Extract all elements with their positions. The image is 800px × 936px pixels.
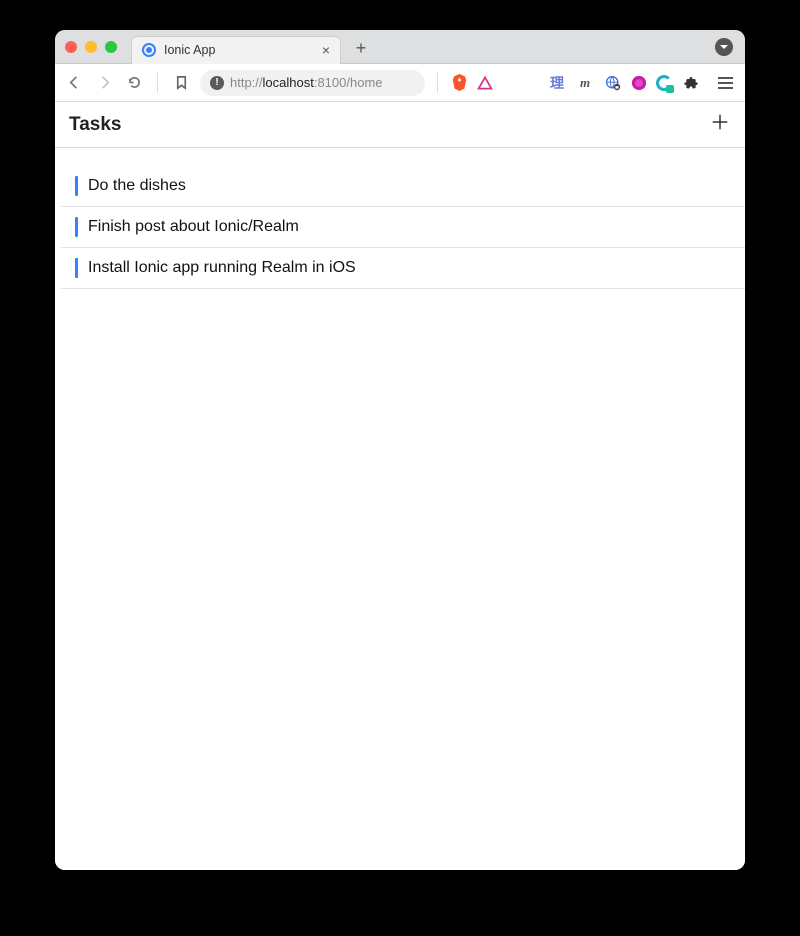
minimize-window-button[interactable]: [85, 41, 97, 53]
brave-shields-icon[interactable]: [450, 74, 468, 92]
titlebar-right: [715, 38, 733, 56]
task-title: Do the dishes: [88, 177, 186, 195]
separator: [437, 73, 438, 93]
back-button[interactable]: [63, 72, 85, 94]
reload-button[interactable]: [123, 72, 145, 94]
titlebar: Ionic App × +: [55, 30, 745, 64]
url-scheme: http://: [230, 75, 263, 90]
url-toolbar: ! http://localhost:8100/home 理 m: [55, 64, 745, 102]
task-accent-bar: [75, 217, 78, 237]
new-tab-button[interactable]: +: [347, 38, 375, 59]
extension-triangle-icon[interactable]: [476, 74, 494, 92]
extension-globe-lock-icon[interactable]: [604, 74, 622, 92]
browser-window: Ionic App × + ! http://localhost:8100/ho…: [55, 30, 745, 870]
window-controls: [65, 41, 117, 53]
close-tab-button[interactable]: ×: [322, 42, 330, 58]
app-header: Tasks: [55, 102, 745, 148]
profile-menu-button[interactable]: [715, 38, 733, 56]
browser-tab[interactable]: Ionic App ×: [131, 36, 341, 64]
extension-m-icon[interactable]: m: [576, 74, 594, 92]
task-title: Install Ionic app running Realm in iOS: [88, 259, 356, 277]
task-list: Do the dishes Finish post about Ionic/Re…: [55, 148, 745, 870]
url-host: localhost: [263, 75, 314, 90]
close-window-button[interactable]: [65, 41, 77, 53]
url-path: :8100/home: [314, 75, 383, 90]
bookmark-button[interactable]: [170, 72, 192, 94]
maximize-window-button[interactable]: [105, 41, 117, 53]
task-title: Finish post about Ionic/Realm: [88, 218, 299, 236]
forward-button[interactable]: [93, 72, 115, 94]
address-bar[interactable]: ! http://localhost:8100/home: [200, 70, 425, 96]
task-accent-bar: [75, 258, 78, 278]
tab-title: Ionic App: [164, 43, 314, 57]
task-item[interactable]: Do the dishes: [61, 166, 745, 207]
extension-ri-icon[interactable]: 理: [548, 74, 566, 92]
task-accent-bar: [75, 176, 78, 196]
page-title: Tasks: [69, 114, 121, 136]
add-task-button[interactable]: [709, 111, 731, 138]
extension-swirl-icon[interactable]: [656, 75, 672, 91]
extensions-tray: 理 m: [548, 74, 700, 92]
task-item[interactable]: Install Ionic app running Realm in iOS: [61, 248, 745, 289]
browser-menu-button[interactable]: [714, 73, 737, 93]
separator: [157, 73, 158, 93]
task-item[interactable]: Finish post about Ionic/Realm: [61, 207, 745, 248]
extension-pink-icon[interactable]: [632, 76, 646, 90]
extensions-menu-icon[interactable]: [682, 74, 700, 92]
ionic-favicon-icon: [142, 43, 156, 57]
site-info-icon[interactable]: !: [210, 76, 224, 90]
